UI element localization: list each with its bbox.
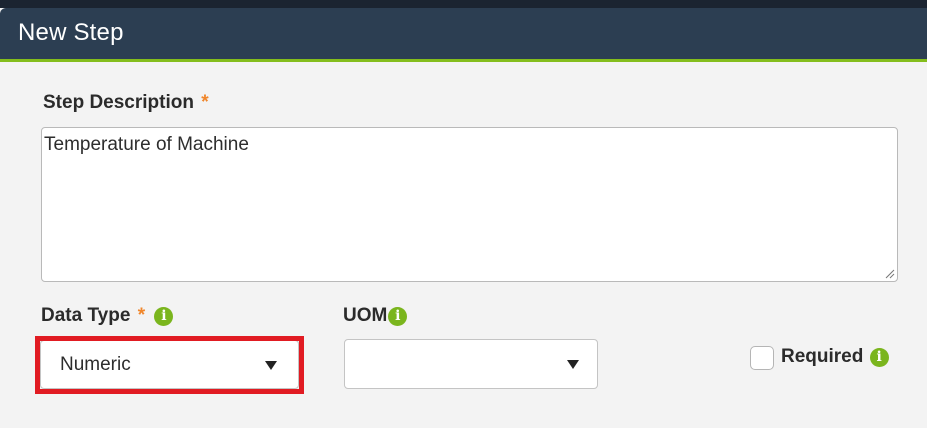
step-description-label-text: Step Description: [43, 92, 194, 113]
window-top-bar: [0, 0, 927, 8]
step-description-label: Step Description *: [43, 92, 209, 114]
required-label-text: Required: [781, 346, 864, 367]
info-icon[interactable]: i: [869, 348, 889, 367]
dialog-title: New Step: [18, 19, 124, 46]
required-checkbox[interactable]: [750, 346, 774, 370]
required-label: Required i: [781, 346, 889, 368]
data-type-label: Data Type * i: [41, 305, 174, 327]
required-asterisk: *: [201, 92, 209, 113]
info-icon[interactable]: i: [154, 307, 174, 326]
info-icon[interactable]: i: [388, 307, 408, 326]
resize-grip-icon[interactable]: [885, 269, 895, 279]
step-description-textarea[interactable]: Temperature of Machine: [41, 127, 898, 282]
data-type-label-text: Data Type: [41, 305, 131, 326]
step-description-value: Temperature of Machine: [44, 134, 249, 155]
uom-select[interactable]: [344, 339, 598, 389]
dialog-header: New Step: [0, 8, 927, 62]
chevron-down-icon: [567, 360, 579, 369]
uom-label: UOM i: [343, 305, 408, 327]
highlight-box: [35, 336, 304, 394]
uom-label-text: UOM: [343, 305, 388, 326]
required-asterisk: *: [137, 305, 146, 326]
